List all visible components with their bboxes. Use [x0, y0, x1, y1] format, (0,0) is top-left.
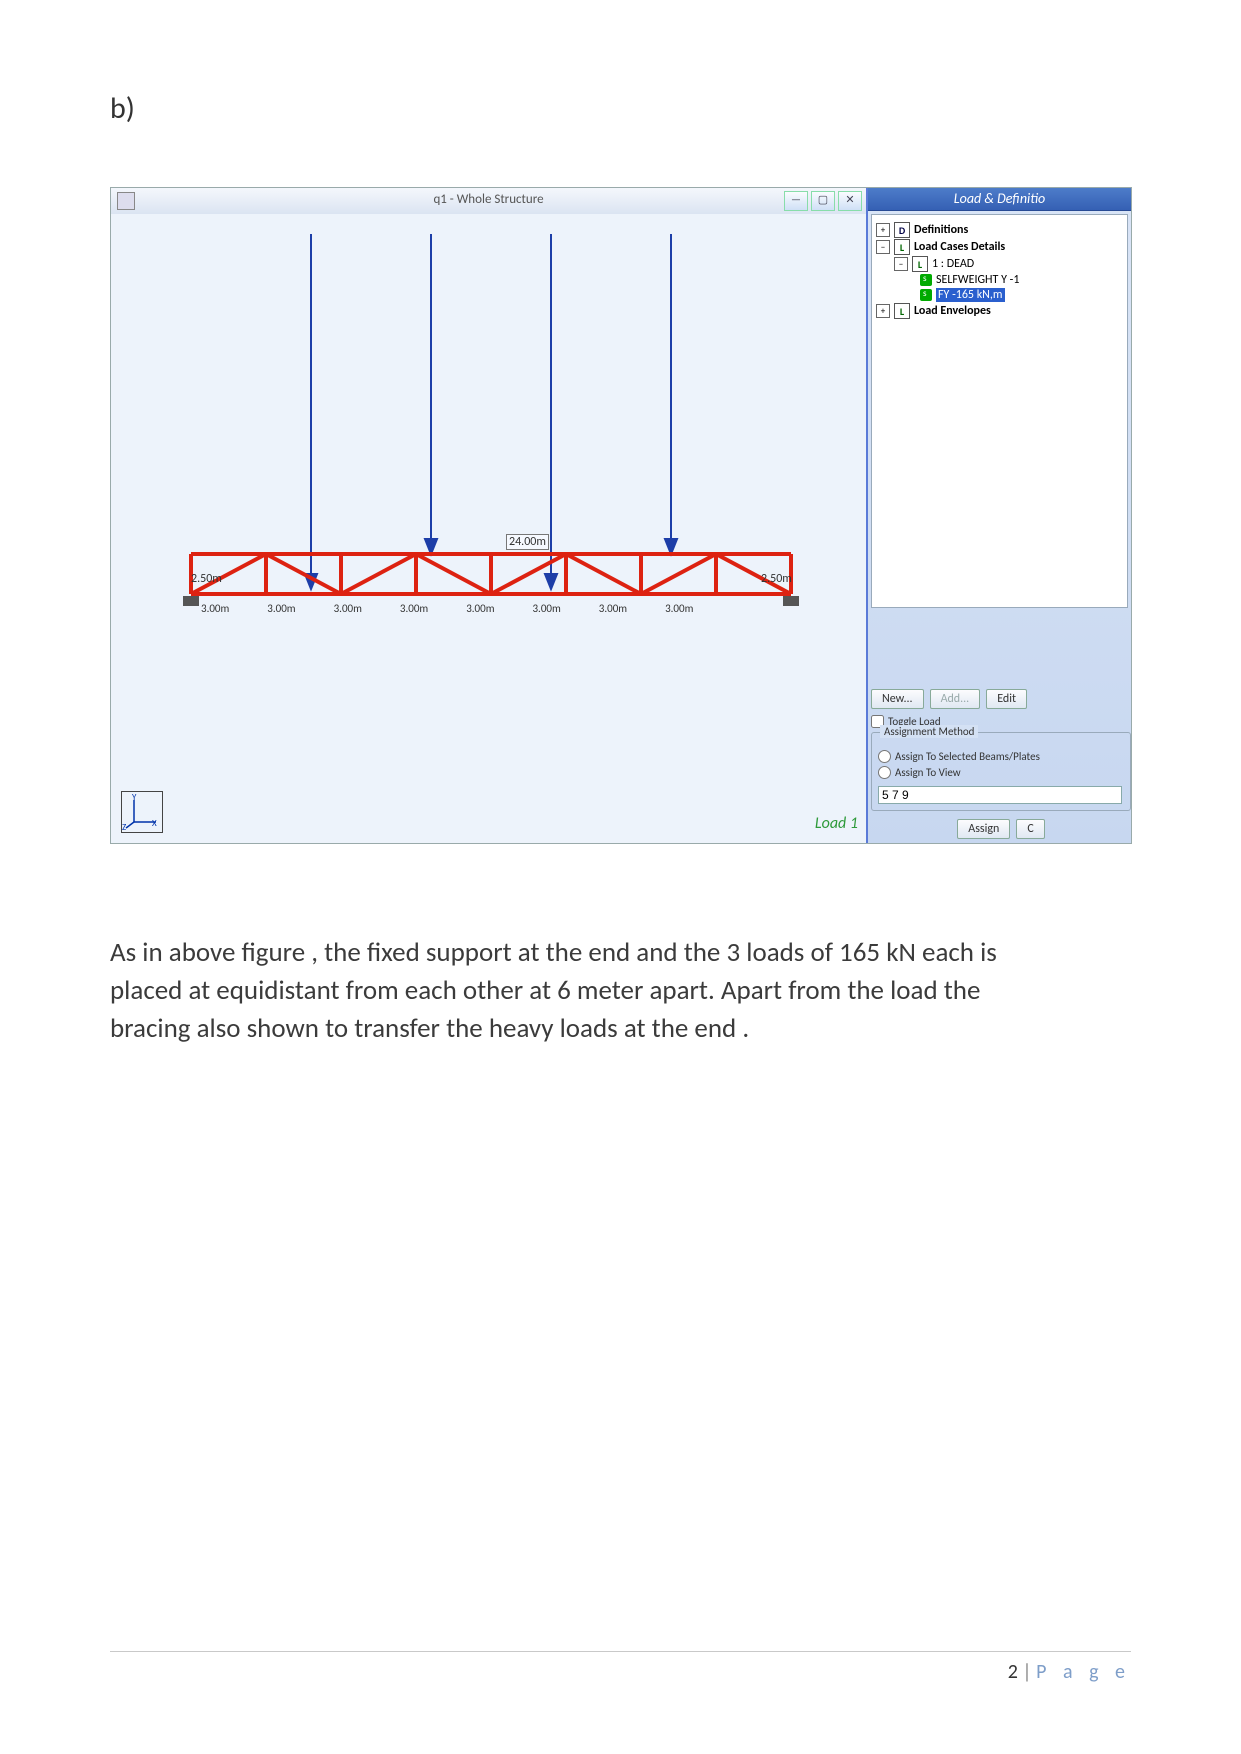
- window-buttons: — ▢ ✕: [784, 191, 862, 211]
- radio-assign-view[interactable]: Assign To View: [878, 766, 1124, 779]
- section-label: b): [110, 90, 1131, 127]
- assignment-method-group: Assignment Method Assign To Selected Bea…: [871, 732, 1131, 811]
- right-height-label: 2.50m: [761, 572, 792, 586]
- load-definition-panel: Load & Definitio +D Definitions −L Load …: [866, 188, 1131, 843]
- edit-button[interactable]: Edit: [986, 689, 1027, 709]
- model-window: q1 - Whole Structure — ▢ ✕: [111, 188, 868, 843]
- close-button[interactable]: ✕: [838, 191, 862, 211]
- staad-screenshot: q1 - Whole Structure — ▢ ✕: [110, 187, 1132, 844]
- close-panel-button[interactable]: C: [1016, 819, 1044, 839]
- page-word: P a g e: [1036, 1660, 1131, 1684]
- document-page: b) q1 - Whole Structure — ▢ ✕: [0, 0, 1241, 1754]
- window-titlebar: q1 - Whole Structure — ▢ ✕: [111, 188, 866, 215]
- bay-label: 3.00m: [267, 602, 295, 615]
- left-height-label: 2.50m: [191, 572, 222, 586]
- window-title: q1 - Whole Structure: [111, 192, 866, 207]
- bay-label: 3.00m: [400, 602, 428, 615]
- minimize-button[interactable]: —: [784, 191, 808, 211]
- bay-label: 3.00m: [665, 602, 693, 615]
- axis-z: Z: [122, 822, 126, 832]
- bay-label: 3.00m: [334, 602, 362, 615]
- tree-definitions[interactable]: +D Definitions: [876, 222, 1123, 238]
- current-load-label: Load 1: [815, 814, 858, 833]
- tree-selfweight[interactable]: SELFWEIGHT Y -1: [876, 273, 1123, 287]
- top-span-label: 24.00m: [506, 534, 549, 550]
- maximize-button[interactable]: ▢: [811, 191, 835, 211]
- bay-labels: 3.00m 3.00m 3.00m 3.00m 3.00m 3.00m 3.00m 3.00m: [201, 602, 693, 615]
- bay-label: 3.00m: [532, 602, 560, 615]
- panel-lower: New... Add... Edit Toggle Load Assignmen…: [871, 685, 1131, 839]
- new-button[interactable]: New...: [871, 689, 924, 709]
- bay-label: 3.00m: [599, 602, 627, 615]
- model-canvas[interactable]: 24.00m 2.50m 2.50m 3.00m3.00m3.00m3.00m3…: [111, 214, 866, 843]
- axis-y: Y: [132, 792, 137, 803]
- axis-triad: Y X Z: [121, 791, 163, 833]
- tree-case-1[interactable]: −L 1 : DEAD: [876, 256, 1123, 272]
- bay-label: 3.00m: [466, 602, 494, 615]
- axis-x: X: [152, 818, 157, 829]
- bay-label: 3.00m: [201, 602, 229, 615]
- truss-drawing: [111, 214, 866, 843]
- assign-button[interactable]: Assign: [957, 819, 1010, 839]
- tree-fy-load[interactable]: FY -165 kN,m: [876, 288, 1123, 302]
- tree-load-cases[interactable]: −L Load Cases Details: [876, 239, 1123, 255]
- body-paragraph: As in above figure , the fixed support a…: [110, 934, 1010, 1047]
- load-tree[interactable]: +D Definitions −L Load Cases Details −L …: [871, 214, 1128, 608]
- member-list-input[interactable]: [878, 786, 1122, 804]
- add-button[interactable]: Add...: [930, 689, 981, 709]
- page-footer: 2 | P a g e: [110, 1651, 1131, 1684]
- page-number: 2: [1008, 1660, 1018, 1684]
- radio-selected-beams[interactable]: Assign To Selected Beams/Plates: [878, 750, 1124, 763]
- panel-title: Load & Definitio: [868, 188, 1131, 211]
- tree-envelopes[interactable]: +L Load Envelopes: [876, 303, 1123, 319]
- group-title: Assignment Method: [880, 725, 978, 738]
